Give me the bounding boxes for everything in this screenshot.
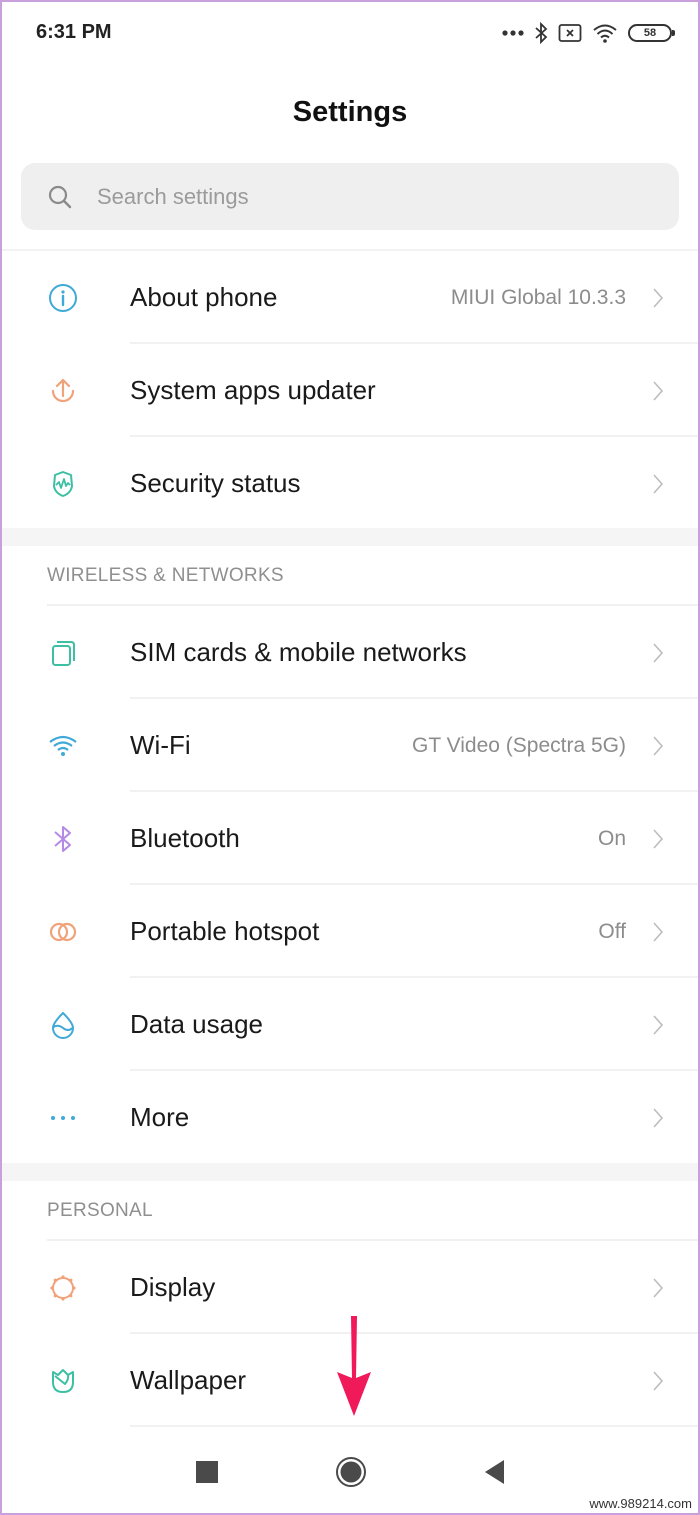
settings-item-more[interactable]: More <box>0 1071 700 1164</box>
settings-item-bluetooth[interactable]: Bluetooth On <box>0 792 700 885</box>
no-sim-icon <box>558 24 582 42</box>
water-drop-icon <box>46 1008 80 1042</box>
bluetooth-icon <box>46 822 80 856</box>
item-value: GT Video (Spectra 5G) <box>412 733 626 757</box>
item-label: Security status <box>130 468 301 498</box>
more-dots-icon <box>46 1101 80 1135</box>
group-general: About phone MIUI Global 10.3.3 System ap… <box>0 251 700 530</box>
item-value: On <box>597 826 626 850</box>
wifi-icon <box>593 24 617 43</box>
home-button[interactable] <box>335 1456 367 1488</box>
item-label: Data usage <box>130 1009 263 1039</box>
settings-item-system-apps-updater[interactable]: System apps updater <box>0 344 700 437</box>
more-dots-icon <box>502 30 524 36</box>
chevron-right-icon <box>653 1277 664 1298</box>
triangle-back-icon <box>485 1460 504 1484</box>
page-title: Settings <box>292 96 408 128</box>
recents-button[interactable] <box>191 1456 223 1488</box>
sun-icon <box>46 1271 80 1305</box>
annotation-arrow-down-icon <box>337 1316 371 1416</box>
circle-home-icon <box>336 1457 366 1487</box>
item-label: Wi-Fi <box>130 730 191 760</box>
search-bar[interactable] <box>21 163 679 230</box>
status-bar: 6:31 PM 58 <box>0 0 700 66</box>
tulip-icon <box>46 1364 80 1398</box>
settings-item-security-status[interactable]: Security status <box>0 437 700 530</box>
settings-item-data-usage[interactable]: Data usage <box>0 978 700 1071</box>
chevron-right-icon <box>653 642 664 663</box>
chevron-right-icon <box>653 921 664 942</box>
section-header-personal: PERSONAL <box>47 1200 153 1221</box>
status-time: 6:31 PM <box>36 21 112 43</box>
bluetooth-icon <box>535 22 548 44</box>
settings-item-about-phone[interactable]: About phone MIUI Global 10.3.3 <box>0 251 700 344</box>
wifi-icon <box>46 729 80 763</box>
update-arrow-icon <box>46 374 80 408</box>
group-wireless: SIM cards & mobile networks Wi-Fi GT Vid… <box>0 606 700 1164</box>
chevron-right-icon <box>653 473 664 494</box>
square-icon <box>196 1461 218 1483</box>
search-icon <box>48 185 72 208</box>
watermark: www.989214.com <box>589 1496 692 1511</box>
item-label: Bluetooth <box>130 823 240 853</box>
battery-icon: 58 <box>628 24 675 42</box>
chevron-right-icon <box>653 1014 664 1035</box>
status-icons: 58 <box>502 20 675 46</box>
item-label: SIM cards & mobile networks <box>130 637 467 667</box>
chevron-right-icon <box>653 735 664 756</box>
item-label: Portable hotspot <box>130 916 320 946</box>
info-icon <box>46 281 80 315</box>
settings-item-sim-cards[interactable]: SIM cards & mobile networks <box>0 606 700 699</box>
section-header-wireless: WIRELESS & NETWORKS <box>47 565 284 586</box>
item-label: Wallpaper <box>130 1365 247 1395</box>
chevron-right-icon <box>653 380 664 401</box>
chevron-right-icon <box>653 287 664 308</box>
chevron-right-icon <box>653 1370 664 1391</box>
back-button[interactable] <box>478 1456 510 1488</box>
shield-pulse-icon <box>46 467 80 501</box>
settings-item-portable-hotspot[interactable]: Portable hotspot Off <box>0 885 700 978</box>
group-separator <box>2 1163 698 1181</box>
chevron-right-icon <box>653 1107 664 1128</box>
item-value: Off <box>598 919 626 943</box>
item-label: About phone <box>130 282 278 312</box>
settings-item-wifi[interactable]: Wi-Fi GT Video (Spectra 5G) <box>0 699 700 792</box>
group-separator <box>2 528 698 546</box>
item-value: MIUI Global 10.3.3 <box>450 285 626 309</box>
item-label: Display <box>130 1272 216 1302</box>
chevron-right-icon <box>653 828 664 849</box>
item-label: System apps updater <box>130 375 376 405</box>
search-input[interactable] <box>97 183 597 210</box>
sim-cards-icon <box>46 636 80 670</box>
divider <box>130 1425 698 1427</box>
hotspot-rings-icon <box>46 915 80 949</box>
item-label: More <box>130 1102 190 1132</box>
